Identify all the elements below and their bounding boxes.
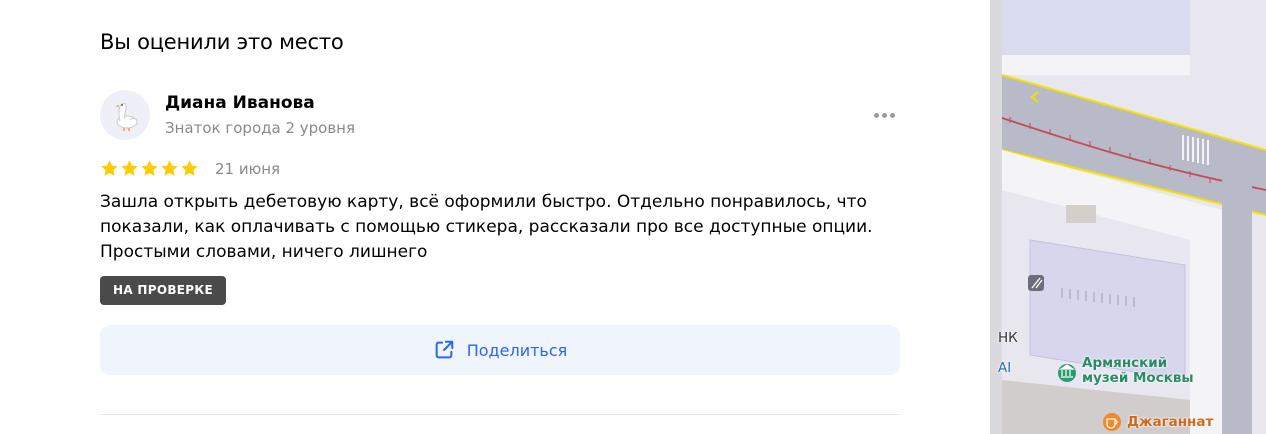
divider (100, 414, 900, 415)
author-name[interactable]: Диана Иванова (165, 93, 315, 113)
review-panel: Вы оценили это место Диана Иванова Знато… (0, 0, 990, 434)
star-icon (121, 160, 138, 176)
more-dot-icon (874, 113, 879, 118)
tram-icon (1028, 275, 1044, 291)
share-external-icon (435, 340, 453, 359)
museum-icon (1058, 364, 1076, 382)
map-poi-cafe[interactable]: Джаганнат (1127, 415, 1213, 430)
map-edge-label: НК (998, 330, 1018, 346)
status-badge: НА ПРОВЕРКЕ (100, 276, 226, 305)
star-icon (101, 160, 118, 176)
map-edge-label: AI (998, 360, 1012, 376)
star-icon (141, 160, 158, 176)
section-title: Вы оценили это место (100, 30, 344, 54)
more-options-button[interactable] (868, 103, 902, 127)
more-dot-icon (890, 113, 895, 118)
author-avatar[interactable] (100, 90, 150, 140)
star-icon (181, 160, 198, 176)
rating-stars (100, 159, 199, 179)
cafe-icon (1103, 413, 1121, 431)
author-level: Знаток города 2 уровня (165, 119, 356, 137)
goose-avatar-icon (115, 102, 138, 131)
map-poi-museum[interactable]: Армянский музей Москвы (1082, 356, 1202, 386)
star-icon (161, 160, 178, 176)
review-text: Зашла открыть дебетовую карту, всё оформ… (100, 192, 873, 262)
share-button[interactable]: Поделиться (100, 325, 900, 375)
review-date: 21 июня (215, 160, 281, 178)
map-pane[interactable]: НК AI Армянский музей Москвы Джаганнат (990, 0, 1266, 434)
more-dot-icon (882, 113, 887, 118)
share-label: Поделиться (466, 340, 568, 360)
